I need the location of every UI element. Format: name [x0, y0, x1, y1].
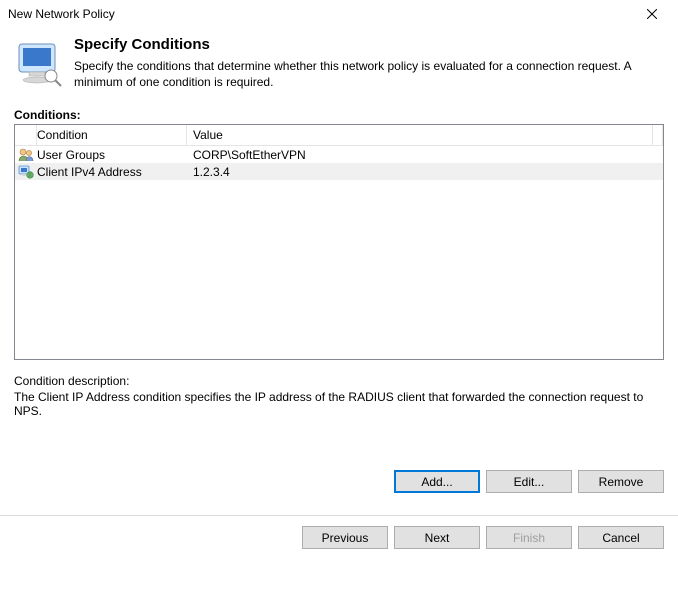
table-row[interactable]: Client IPv4 Address1.2.3.4 [15, 163, 663, 180]
title-bar: New Network Policy [0, 0, 678, 28]
condition-description-label: Condition description: [14, 374, 664, 388]
wizard-header: Specify Conditions Specify the condition… [0, 28, 678, 98]
condition-name: Client IPv4 Address [37, 165, 187, 179]
wizard-buttons: Previous Next Finish Cancel [0, 516, 678, 559]
window-title: New Network Policy [8, 7, 632, 21]
edit-button[interactable]: Edit... [486, 470, 572, 493]
page-title: Specify Conditions [74, 36, 668, 53]
condition-buttons: Add... Edit... Remove [14, 470, 664, 493]
close-icon [647, 9, 657, 19]
add-button[interactable]: Add... [394, 470, 480, 493]
cancel-button[interactable]: Cancel [578, 526, 664, 549]
previous-button[interactable]: Previous [302, 526, 388, 549]
table-row[interactable]: User GroupsCORP\SoftEtherVPN [15, 146, 663, 163]
conditions-header: Condition Value [15, 125, 663, 146]
column-header-condition[interactable]: Condition [37, 125, 187, 145]
conditions-label: Conditions: [14, 108, 678, 122]
finish-button: Finish [486, 526, 572, 549]
condition-name: User Groups [37, 148, 187, 162]
remove-button[interactable]: Remove [578, 470, 664, 493]
column-header-value[interactable]: Value [187, 125, 653, 145]
condition-value: CORP\SoftEtherVPN [187, 148, 663, 162]
next-button[interactable]: Next [394, 526, 480, 549]
page-description: Specify the conditions that determine wh… [74, 59, 668, 90]
policy-monitor-icon [13, 38, 65, 90]
conditions-list[interactable]: Condition Value User GroupsCORP\SoftEthe… [14, 124, 664, 360]
user-groups-icon [15, 147, 37, 163]
condition-description-text: The Client IP Address condition specifie… [14, 390, 664, 418]
close-button[interactable] [632, 2, 672, 26]
client-ip-icon [15, 164, 37, 180]
condition-value: 1.2.3.4 [187, 165, 663, 179]
